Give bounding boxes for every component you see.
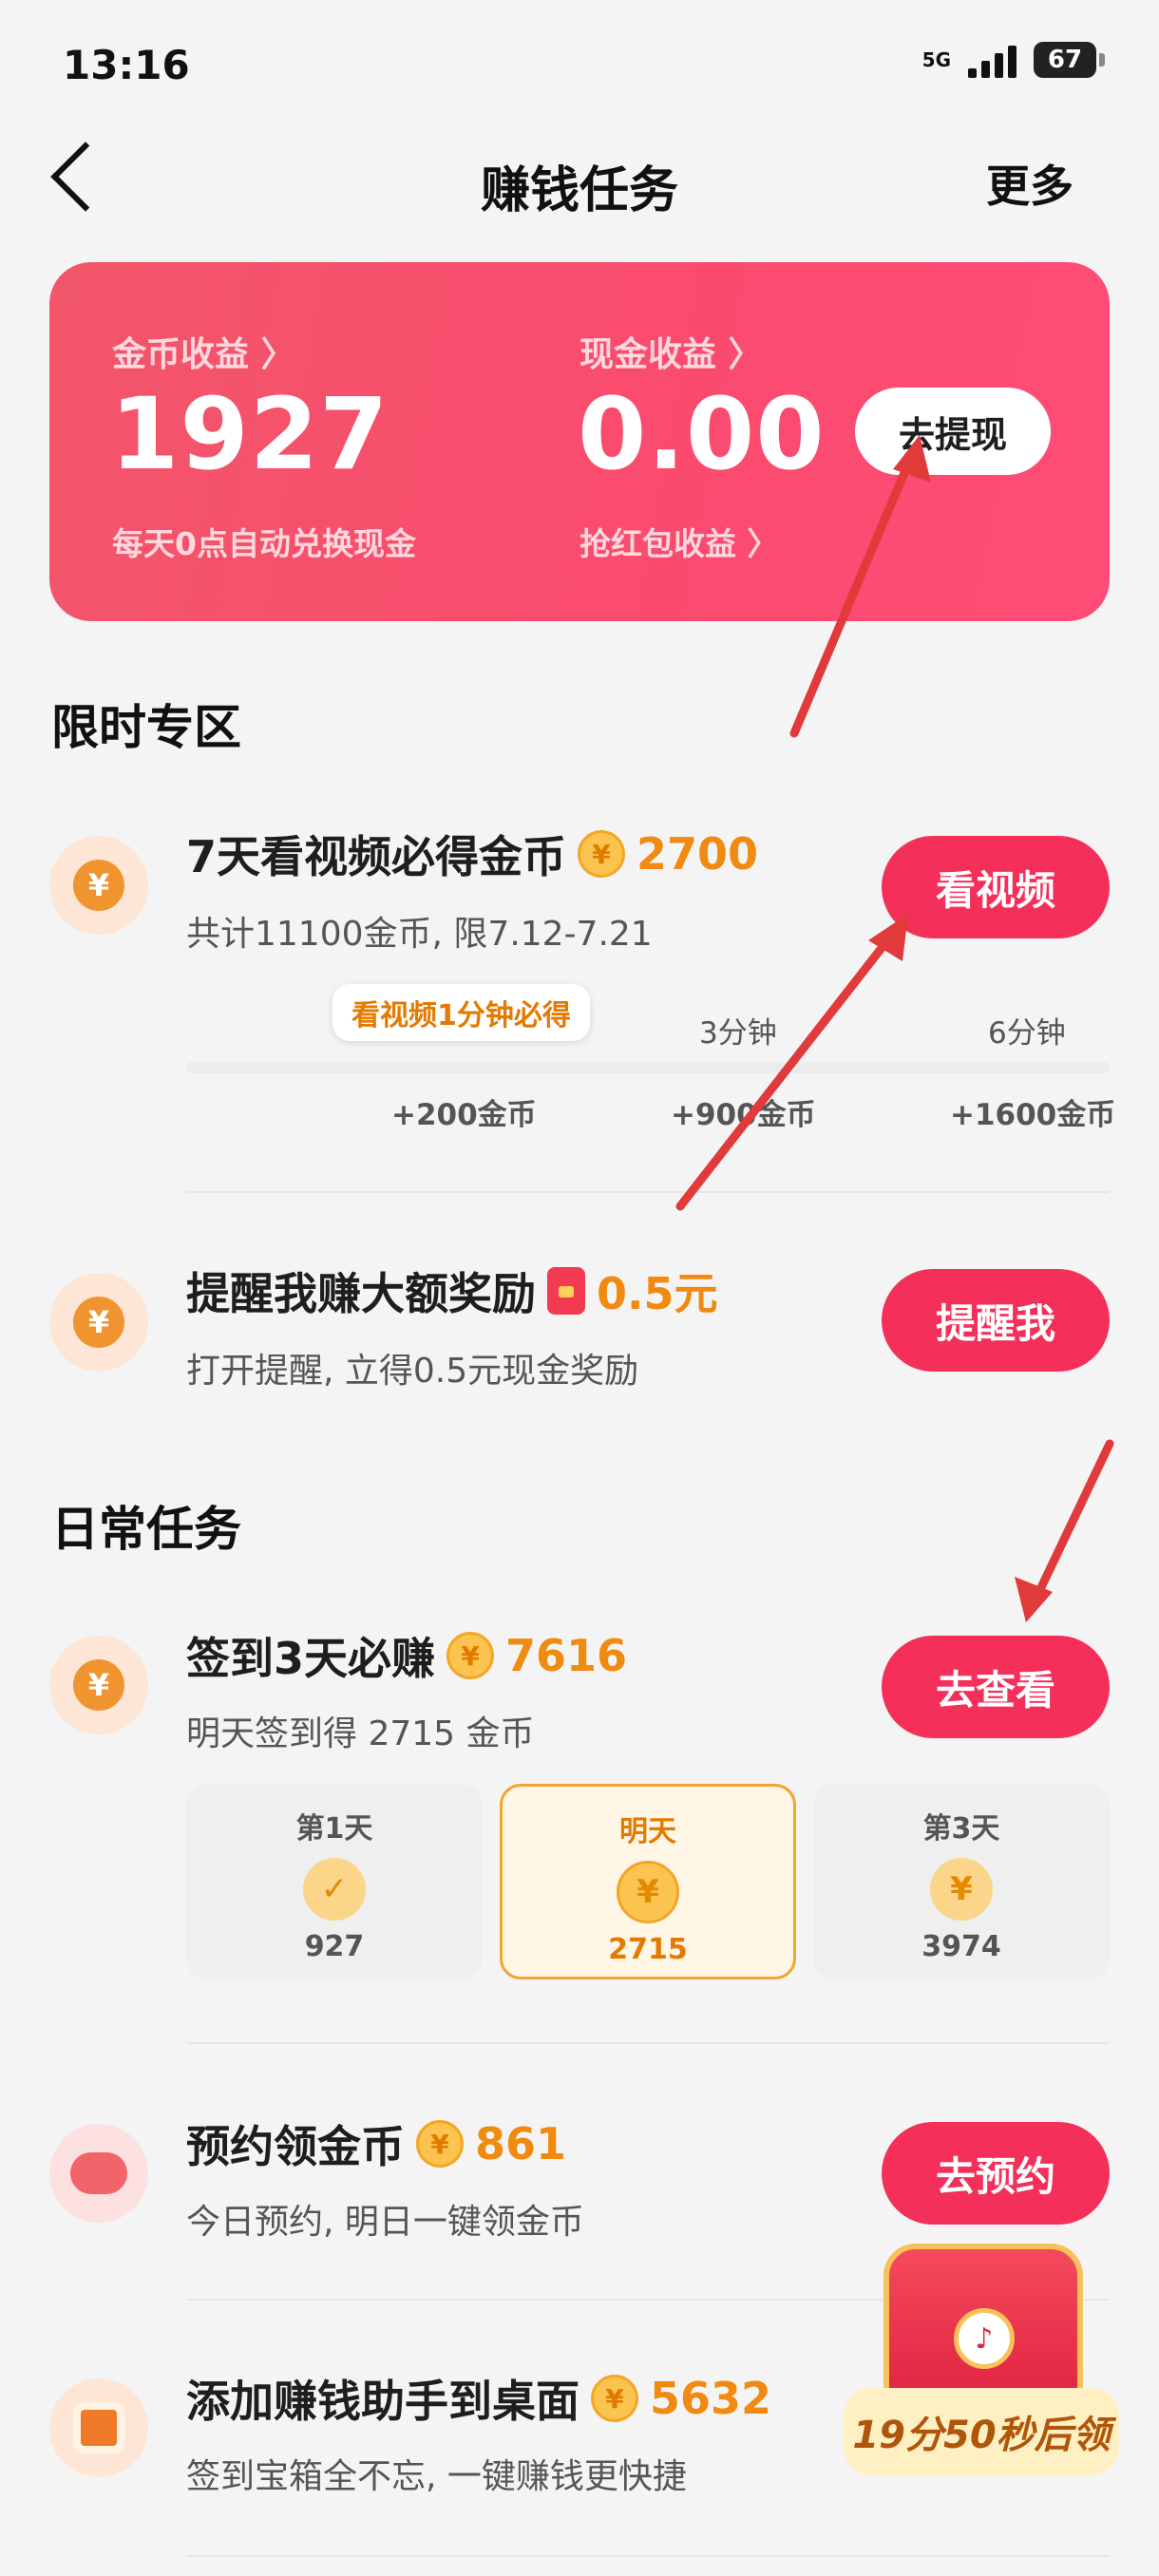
reserve-task-title-row: 预约领金币 ¥ 861	[186, 2112, 566, 2175]
remind-task-desc: 打开提醒, 立得0.5元现金奖励	[186, 1352, 639, 1391]
annotation-arrowhead	[1015, 1577, 1053, 1622]
checkin-task-desc: 明天签到得 2715 金币	[186, 1714, 535, 1753]
checkin-day-card[interactable]: 第1天 ✓ 927	[186, 1784, 483, 1979]
desktop-task-desc: 签到宝箱全不忘, 一键赚钱更快捷	[186, 2457, 687, 2496]
divider	[186, 2555, 1110, 2557]
milestone-reward-2: +900金币	[671, 1098, 816, 1132]
reserve-button[interactable]: 去预约	[882, 2122, 1110, 2225]
gold-coin-icon: ¥	[446, 1632, 495, 1679]
gold-coin-icon: ¥	[416, 2120, 464, 2168]
reserve-task-title: 预约领金币	[186, 2121, 405, 2172]
yuan-coin-icon: ¥	[73, 1659, 124, 1711]
checkin-day-value: 927	[304, 1930, 365, 1963]
signal-icon	[968, 42, 1016, 78]
page-title: 赚钱任务	[480, 162, 678, 219]
battery-icon: 67	[1034, 42, 1105, 78]
gold-coin-icon: ¥	[578, 830, 626, 878]
yuan-coin-icon: ¥	[73, 1297, 124, 1348]
checkin-day-label: 第1天	[295, 1812, 373, 1846]
remind-task-icon: ¥	[49, 1273, 148, 1372]
milestone-time-3: 6分钟	[988, 1016, 1066, 1051]
checkin-task-title-row: 签到3天必赚 ¥ 7616	[186, 1624, 627, 1687]
annotation-arrow	[1029, 1439, 1114, 1608]
desktop-task-amount: 5632	[650, 2373, 772, 2424]
checkin-day-value: 3974	[922, 1930, 1001, 1963]
checkin-task-amount: 7616	[505, 1630, 628, 1681]
view-checkin-button[interactable]: 去查看	[882, 1636, 1110, 1738]
video-task-desc: 共计11100金币, 限7.12-7.21	[186, 915, 653, 954]
progress-bubble: 看视频1分钟必得	[332, 984, 590, 1041]
remind-task-amount: 0.5元	[597, 1268, 718, 1319]
desktop-task-icon	[49, 2378, 148, 2477]
remind-task-title: 提醒我赚大额奖励	[186, 1268, 536, 1319]
earnings-card: 金币收益 〉 1927 每天0点自动兑换现金 现金收益 〉 0.00 抢红包收益…	[49, 262, 1110, 621]
coin-earnings-link[interactable]: 金币收益 〉	[112, 327, 295, 376]
piggy-bank-icon	[70, 2152, 127, 2194]
checkin-task-title: 签到3天必赚	[186, 1633, 436, 1684]
red-packet-icon	[547, 1267, 585, 1315]
reserve-task-amount: 861	[475, 2118, 567, 2169]
checkin-day-value: 2715	[608, 1933, 688, 1966]
reserve-task-icon	[49, 2124, 148, 2223]
video-task-icon: ¥	[49, 836, 148, 935]
chest-lock-icon: ♪	[954, 2308, 1015, 2369]
divider	[186, 1191, 1110, 1193]
milestone-time-2: 3分钟	[699, 1016, 777, 1051]
yuan-coin-icon: ¥	[73, 860, 124, 911]
cash-earnings-link[interactable]: 现金收益 〉	[580, 327, 763, 376]
red-packet-earnings-link[interactable]: 抢红包收益 〉	[580, 519, 779, 564]
reserve-task-desc: 今日预约, 明日一键领金币	[186, 2203, 584, 2242]
gold-coin-icon: ¥	[617, 1861, 679, 1923]
remind-me-button[interactable]: 提醒我	[882, 1269, 1110, 1372]
checkmark-icon: ✓	[303, 1858, 366, 1921]
video-task-title: 7天看视频必得金币	[186, 831, 567, 882]
withdraw-button[interactable]: 去提现	[855, 388, 1051, 475]
progress-track	[186, 1062, 1110, 1073]
coin-stack-icon: ¥	[930, 1858, 993, 1921]
daily-section-title: 日常任务	[51, 1502, 241, 1557]
video-task-title-row: 7天看视频必得金币 ¥ 2700	[186, 823, 758, 885]
chest-timer[interactable]: 19分50秒后领	[844, 2388, 1119, 2475]
status-time: 13:16	[63, 42, 190, 88]
checkin-day-card[interactable]: 第3天 ¥ 3974	[813, 1784, 1110, 1979]
checkin-day-label: 第3天	[922, 1812, 1000, 1846]
limited-section-title: 限时专区	[51, 700, 241, 755]
remind-task-title-row: 提醒我赚大额奖励 0.5元	[186, 1260, 718, 1322]
checkin-task-icon: ¥	[49, 1636, 148, 1734]
desktop-task-title: 添加赚钱助手到桌面	[186, 2376, 580, 2427]
watch-video-button[interactable]: 看视频	[882, 836, 1110, 938]
coin-earnings-value: 1927	[110, 376, 390, 492]
desktop-task-title-row: 添加赚钱助手到桌面 ¥ 5632	[186, 2367, 771, 2430]
status-indicators: 5G 67	[922, 42, 1105, 78]
checkin-day-card-selected[interactable]: 明天 ¥ 2715	[500, 1784, 796, 1979]
checkin-day-label: 明天	[619, 1815, 676, 1848]
gold-coin-icon: ¥	[591, 2375, 638, 2422]
milestone-reward-1: +200金币	[391, 1098, 537, 1132]
cash-earnings-value: 0.00	[578, 376, 826, 492]
divider	[186, 2042, 1110, 2044]
milestone-reward-3: +1600金币	[950, 1098, 1116, 1132]
app-square-icon	[73, 2402, 124, 2453]
coin-earnings-note: 每天0点自动兑换现金	[112, 525, 416, 562]
more-button[interactable]: 更多	[986, 152, 1074, 215]
video-task-amount: 2700	[636, 828, 759, 880]
network-label: 5G	[922, 48, 951, 71]
